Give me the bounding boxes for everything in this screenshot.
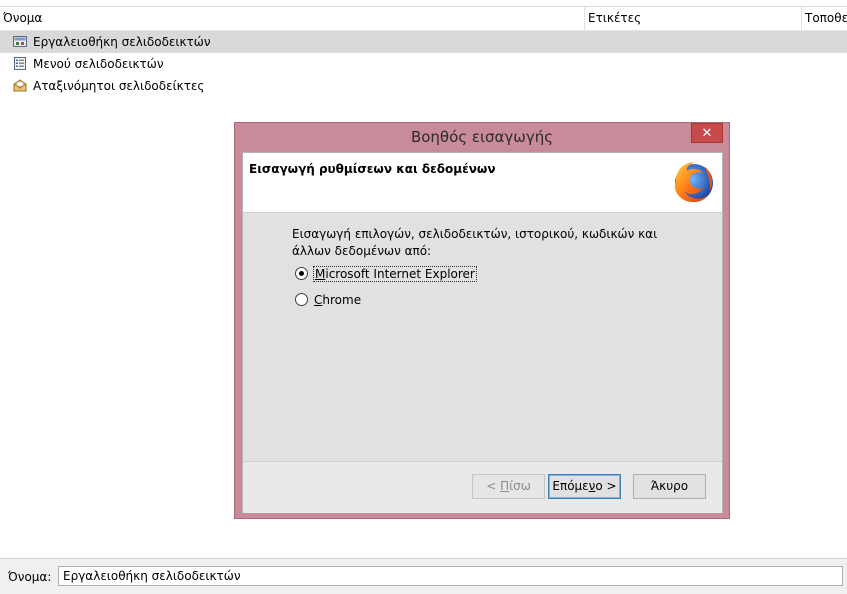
cancel-button[interactable]: Άκυρο — [633, 474, 706, 499]
next-button[interactable]: Επόμενο > — [548, 474, 621, 499]
dialog-title: Βοηθός εισαγωγής — [410, 128, 554, 146]
bookmarks-library-window: Όνομα Ετικέτες Τοποθε Εργαλειοθήκη σελιδ… — [0, 0, 847, 594]
column-header-tags[interactable]: Ετικέτες — [584, 7, 803, 30]
bookmarks-tree: Εργαλειοθήκη σελιδοδεικτών Μενού σελιδοδ… — [0, 31, 847, 97]
radio-button[interactable] — [295, 267, 308, 280]
tree-item-label: Μενού σελιδοδεικτών — [33, 57, 164, 71]
tree-item-bookmarks-menu[interactable]: Μενού σελιδοδεικτών — [0, 53, 847, 75]
wizard-body: Εισαγωγή ρυθμίσεων και δεδομένων Εισαγωγ… — [242, 152, 723, 513]
bookmarks-menu-icon — [14, 57, 26, 70]
radio-internet-explorer[interactable]: Microsoft Internet Explorer — [295, 266, 477, 283]
name-field-label: Όνομα: — [8, 570, 52, 584]
radio-button[interactable] — [295, 293, 308, 306]
tree-item-bookmarks-toolbar[interactable]: Εργαλειοθήκη σελιδοδεικτών — [0, 31, 847, 53]
wizard-heading: Εισαγωγή ρυθμίσεων και δεδομένων — [249, 162, 496, 176]
wizard-button-bar: < Πίσω Επόμενο > Άκυρο — [243, 461, 722, 513]
column-header-bar: Όνομα Ετικέτες Τοποθε — [0, 6, 847, 31]
radio-label: Chrome — [314, 293, 362, 307]
bookmarks-toolbar-icon — [13, 36, 27, 47]
column-header-location[interactable]: Τοποθε — [801, 7, 847, 30]
wizard-header: Εισαγωγή ρυθμίσεων και δεδομένων — [243, 153, 722, 213]
unsorted-bookmarks-icon — [13, 79, 27, 92]
import-wizard-dialog: Βοηθός εισαγωγής ✕ Εισαγωγή ρυθμίσεων κα… — [234, 122, 730, 519]
name-field[interactable]: Εργαλειοθήκη σελιδοδεικτών — [58, 566, 843, 586]
tree-item-label: Εργαλειοθήκη σελιδοδεικτών — [33, 35, 211, 49]
details-pane: Όνομα: Εργαλειοθήκη σελιδοδεικτών — [0, 558, 847, 594]
wizard-content: Εισαγωγή επιλογών, σελιδοδεικτών, ιστορι… — [243, 213, 722, 461]
import-description: Εισαγωγή επιλογών, σελιδοδεικτών, ιστορι… — [292, 227, 658, 258]
radio-chrome[interactable]: Chrome — [295, 292, 361, 309]
tree-item-unsorted-bookmarks[interactable]: Αταξινόμητοι σελιδοδείκτες — [0, 75, 847, 97]
close-icon[interactable]: ✕ — [691, 123, 723, 143]
column-header-name[interactable]: Όνομα — [0, 7, 583, 30]
radio-label: Microsoft Internet Explorer — [313, 266, 477, 282]
tree-item-label: Αταξινόμητοι σελιδοδείκτες — [33, 79, 205, 93]
firefox-logo-icon — [674, 162, 713, 203]
back-button[interactable]: < Πίσω — [472, 474, 545, 499]
